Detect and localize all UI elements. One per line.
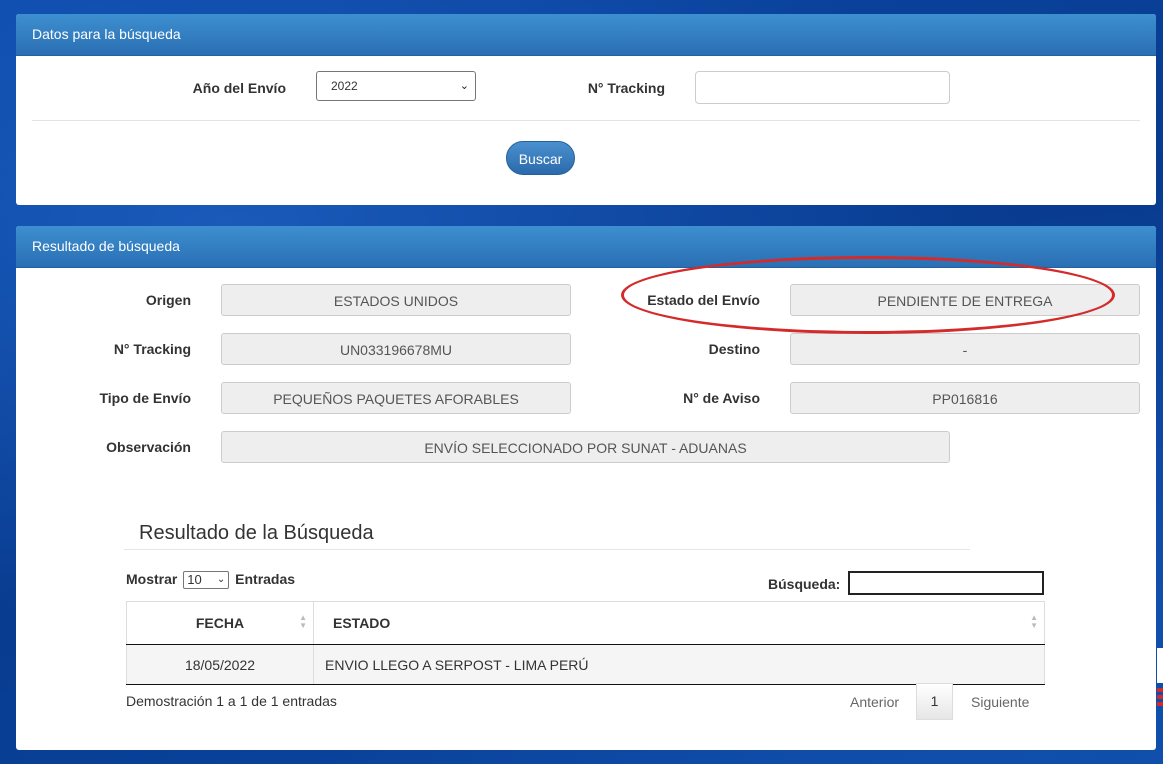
history-title: Resultado de la Búsqueda <box>139 522 374 544</box>
estado-field: PENDIENTE DE ENTREGA <box>790 284 1140 316</box>
column-estado-label: ESTADO <box>333 615 391 631</box>
search-panel-title: Datos para la búsqueda <box>16 14 1156 56</box>
year-select[interactable]: 2022 ⌄ <box>316 71 476 101</box>
page-size-control: Mostrar 10 ⌄ Entradas <box>126 571 296 590</box>
tipo-label: Tipo de Envío <box>99 390 191 406</box>
destino-field: - <box>790 333 1140 365</box>
search-panel: Datos para la búsqueda Año del Envío 202… <box>16 14 1156 205</box>
result-panel-title: Resultado de búsqueda <box>16 226 1156 268</box>
brand-logo-fragment <box>1157 648 1163 706</box>
cell-fecha: 18/05/2022 <box>126 644 314 685</box>
table-header-row: FECHA ▲ ▼ ESTADO ▲ ▼ <box>126 601 1045 645</box>
sort-icon: ▲ ▼ <box>1030 613 1038 630</box>
pagination-page-1[interactable]: 1 <box>916 683 953 720</box>
show-label: Mostrar <box>126 571 178 587</box>
cell-estado: ENVIO LLEGO A SERPOST - LIMA PERÚ <box>313 644 1045 685</box>
origen-label: Origen <box>145 292 191 308</box>
form-divider <box>32 120 1140 121</box>
destino-label: Destino <box>708 341 760 357</box>
history-title-rule <box>124 549 970 550</box>
aviso-label: N° de Aviso <box>683 390 760 406</box>
chevron-down-icon: ⌄ <box>216 574 226 586</box>
estado-label: Estado del Envío <box>647 292 760 308</box>
table-search-label: Búsqueda: <box>768 576 841 592</box>
pagination-next[interactable]: Siguiente <box>971 694 1029 710</box>
tracking-input[interactable] <box>695 71 950 104</box>
tracking-result-field: UN033196678MU <box>221 333 571 365</box>
tracking-result-label: N° Tracking <box>113 341 191 357</box>
aviso-field: PP016816 <box>790 382 1140 414</box>
page-size-value: 10 <box>187 572 202 588</box>
page-size-select[interactable]: 10 ⌄ <box>183 571 230 590</box>
history-table: FECHA ▲ ▼ ESTADO ▲ ▼ 18/05/2022 ENVIO LLEG… <box>126 601 1045 685</box>
table-row: 18/05/2022 ENVIO LLEGO A SERPOST - LIMA … <box>126 644 1045 685</box>
tracking-label: N° Tracking <box>587 80 665 96</box>
tipo-field: PEQUEÑOS PAQUETES AFORABLES <box>221 382 571 414</box>
search-button[interactable]: Buscar <box>506 141 575 175</box>
year-label: Año del Envío <box>192 80 286 96</box>
column-fecha-label: FECHA <box>195 615 245 631</box>
entries-label: Entradas <box>235 571 296 587</box>
sort-icon: ▲ ▼ <box>299 613 307 630</box>
table-info: Demostración 1 a 1 de 1 entradas <box>126 693 337 709</box>
table-search-input[interactable] <box>848 571 1044 595</box>
observacion-label: Observación <box>106 439 191 455</box>
origen-field: ESTADOS UNIDOS <box>221 284 571 316</box>
year-select-value: 2022 <box>331 79 358 93</box>
chevron-down-icon: ⌄ <box>459 80 469 92</box>
observacion-field: ENVÍO SELECCIONADO POR SUNAT - ADUANAS <box>221 431 950 463</box>
column-fecha[interactable]: FECHA ▲ ▼ <box>126 601 314 645</box>
pagination-prev[interactable]: Anterior <box>850 694 899 710</box>
result-panel: Resultado de búsqueda Origen ESTADOS UNI… <box>16 226 1156 750</box>
column-estado[interactable]: ESTADO ▲ ▼ <box>313 601 1045 645</box>
